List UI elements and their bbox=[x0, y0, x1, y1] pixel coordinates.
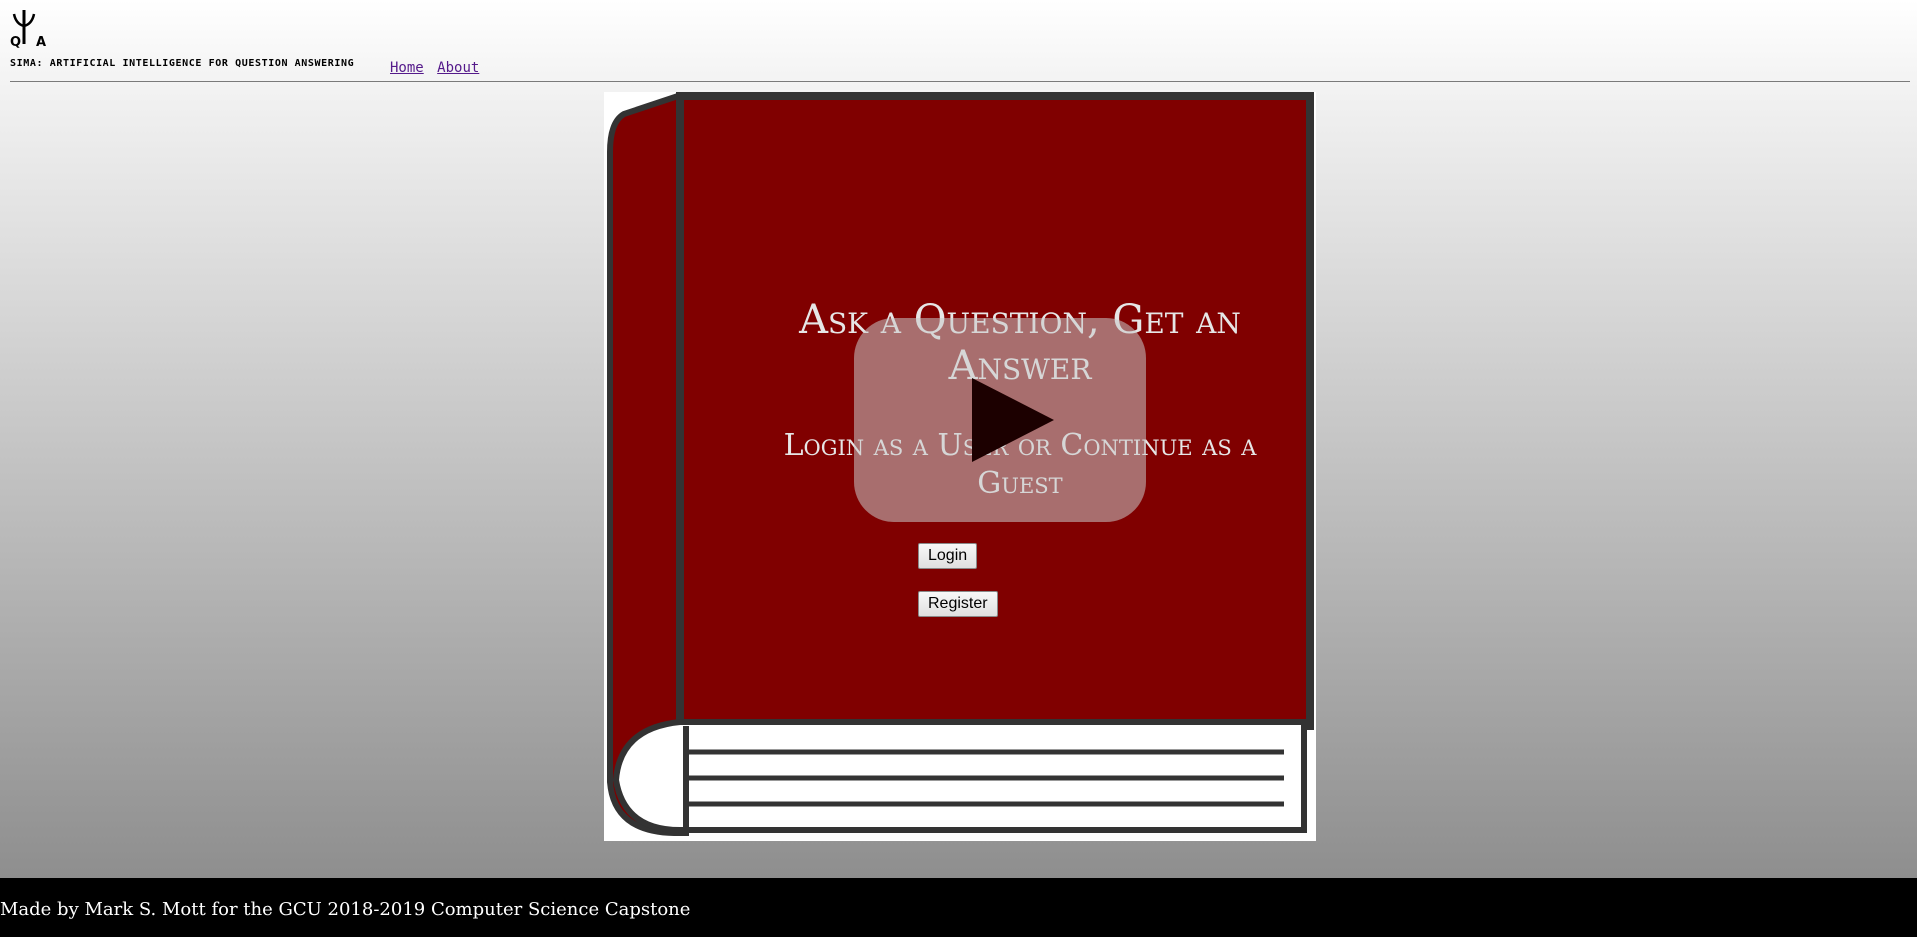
video-play-button[interactable] bbox=[854, 318, 1146, 522]
play-icon bbox=[972, 378, 1054, 462]
svg-text:Q: Q bbox=[10, 35, 21, 48]
footer-credit: Made by Mark S. Mott for the GCU 2018-20… bbox=[0, 899, 691, 920]
psi-qa-logo-icon[interactable]: Q A bbox=[10, 10, 56, 50]
main-nav: Home About bbox=[390, 60, 484, 76]
hero-book-video[interactable]: Ask a Question, Get an Answer Login as a… bbox=[604, 92, 1316, 841]
login-button[interactable]: Login bbox=[918, 543, 978, 569]
site-brand-title: SIMA: ARTIFICIAL INTELLIGENCE FOR QUESTI… bbox=[10, 58, 355, 69]
nav-home-link[interactable]: Home bbox=[390, 60, 424, 76]
register-button[interactable]: Register bbox=[918, 591, 998, 617]
site-footer: Made by Mark S. Mott for the GCU 2018-20… bbox=[0, 878, 1917, 937]
header-divider bbox=[10, 81, 1910, 82]
svg-text:A: A bbox=[36, 35, 46, 48]
site-header: Q A SIMA: ARTIFICIAL INTELLIGENCE FOR QU… bbox=[10, 10, 1910, 82]
nav-about-link[interactable]: About bbox=[437, 60, 479, 76]
